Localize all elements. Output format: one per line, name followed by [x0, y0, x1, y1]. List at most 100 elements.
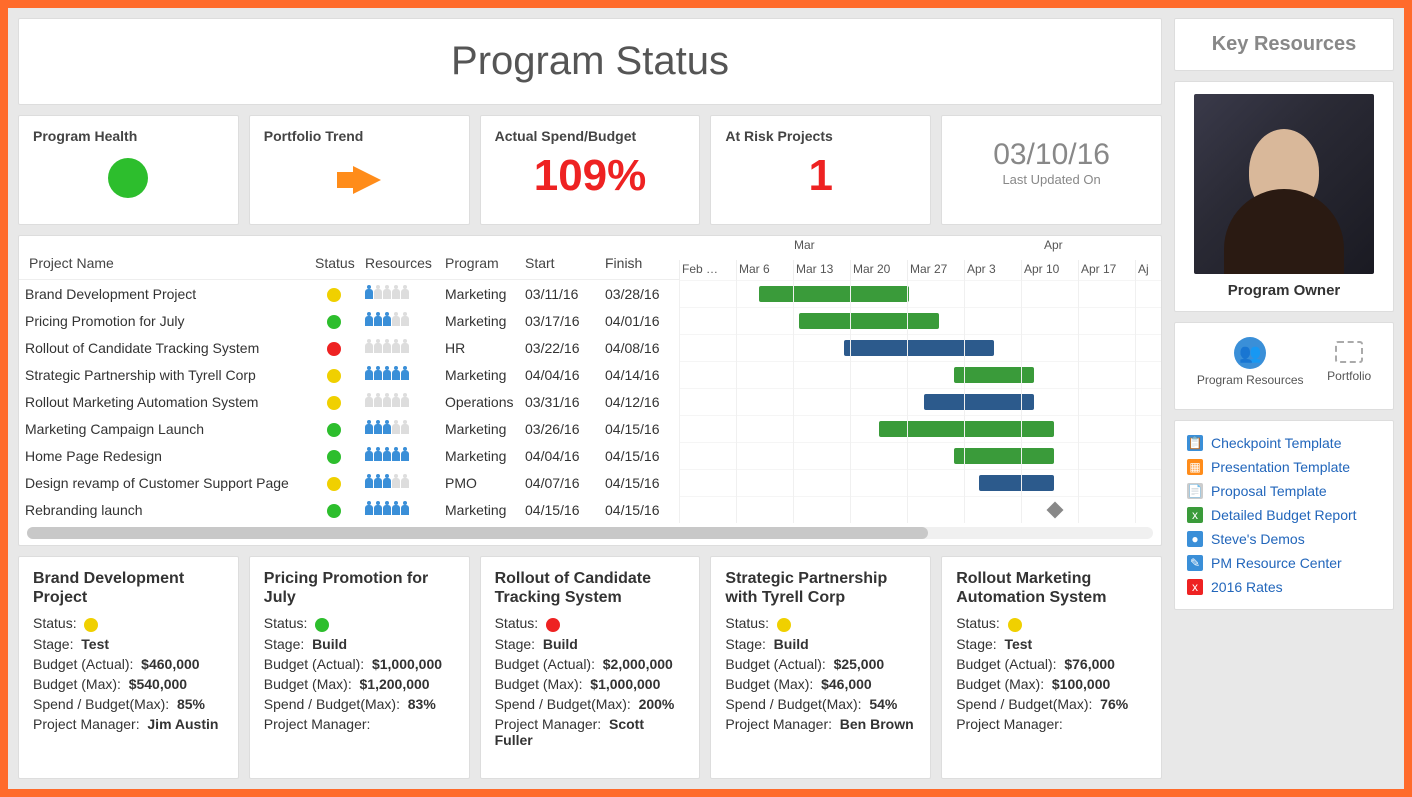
detail-ratio: Spend / Budget(Max): 85% — [33, 696, 224, 712]
person-icon — [374, 393, 382, 407]
detail-card[interactable]: Rollout Marketing Automation System Stat… — [941, 556, 1162, 779]
template-link[interactable]: ● Steve's Demos — [1187, 527, 1381, 551]
status-dot-icon — [777, 618, 791, 632]
gantt-row — [679, 415, 1161, 442]
gantt-bar[interactable] — [954, 367, 1034, 383]
cell-status — [309, 310, 359, 330]
th-finish[interactable]: Finish — [599, 251, 679, 275]
table-row[interactable]: Pricing Promotion for July Marketing 03/… — [19, 307, 679, 334]
gantt-bar[interactable] — [844, 340, 994, 356]
status-dot-icon — [315, 618, 329, 632]
cell-finish: 04/15/16 — [599, 419, 679, 439]
template-link[interactable]: 📄 Proposal Template — [1187, 479, 1381, 503]
updated-label: Last Updated On — [956, 172, 1147, 187]
kpi-risk[interactable]: At Risk Projects 1 — [710, 115, 931, 225]
th-resources[interactable]: Resources — [359, 251, 439, 275]
person-icon — [401, 420, 409, 434]
status-dot-icon — [327, 342, 341, 356]
template-link[interactable]: x Detailed Budget Report — [1187, 503, 1381, 527]
table-row[interactable]: Rebranding launch Marketing 04/15/16 04/… — [19, 496, 679, 523]
person-icon — [374, 474, 382, 488]
template-link[interactable]: x 2016 Rates — [1187, 575, 1381, 599]
gantt-bar[interactable] — [799, 313, 939, 329]
person-icon — [383, 312, 391, 326]
template-label: Proposal Template — [1211, 483, 1327, 499]
file-icon: 📄 — [1187, 483, 1203, 499]
detail-card[interactable]: Strategic Partnership with Tyrell Corp S… — [710, 556, 931, 779]
detail-actual: Budget (Actual): $25,000 — [725, 656, 916, 672]
template-link[interactable]: ▦ Presentation Template — [1187, 455, 1381, 479]
person-icon — [374, 447, 382, 461]
detail-status: Status: — [956, 615, 1147, 631]
cell-start: 03/17/16 — [519, 311, 599, 331]
person-icon — [365, 420, 373, 434]
kpi-spend[interactable]: Actual Spend/Budget 109% — [480, 115, 701, 225]
gantt-bar[interactable] — [879, 421, 1054, 437]
gantt-milestone-icon[interactable] — [1047, 502, 1064, 519]
cell-resources — [359, 337, 439, 358]
kpi-trend[interactable]: Portfolio Trend — [249, 115, 470, 225]
detail-title: Rollout of Candidate Tracking System — [495, 569, 686, 607]
gantt-body[interactable] — [679, 280, 1161, 523]
cell-name: Brand Development Project — [19, 284, 309, 304]
cell-resources — [359, 418, 439, 439]
th-status[interactable]: Status — [309, 251, 359, 275]
cell-name: Rebranding launch — [19, 500, 309, 520]
detail-card[interactable]: Brand Development Project Status: Stage:… — [18, 556, 239, 779]
table-row[interactable]: Design revamp of Customer Support Page P… — [19, 469, 679, 496]
th-name[interactable]: Project Name — [19, 251, 309, 275]
th-program[interactable]: Program — [439, 251, 519, 275]
person-icon — [401, 447, 409, 461]
detail-card[interactable]: Pricing Promotion for July Status: Stage… — [249, 556, 470, 779]
table-row[interactable]: Rollout Marketing Automation System Oper… — [19, 388, 679, 415]
gantt-row — [679, 469, 1161, 496]
table-row[interactable]: Strategic Partnership with Tyrell Corp M… — [19, 361, 679, 388]
person-icon — [401, 474, 409, 488]
table-row[interactable]: Home Page Redesign Marketing 04/04/16 04… — [19, 442, 679, 469]
person-icon — [374, 501, 382, 515]
cell-resources — [359, 499, 439, 520]
person-icon — [392, 339, 400, 353]
table-row[interactable]: Brand Development Project Marketing 03/1… — [19, 280, 679, 307]
cell-name: Design revamp of Customer Support Page — [19, 473, 309, 493]
cell-name: Pricing Promotion for July — [19, 311, 309, 331]
gantt-bar[interactable] — [759, 286, 909, 302]
table-row[interactable]: Marketing Campaign Launch Marketing 03/2… — [19, 415, 679, 442]
person-icon — [401, 285, 409, 299]
person-icon — [392, 501, 400, 515]
cell-resources — [359, 364, 439, 385]
th-start[interactable]: Start — [519, 251, 599, 275]
key-resources-header: Key Resources — [1174, 18, 1394, 71]
gantt-month-label: Mar — [794, 238, 815, 252]
kpi-trend-label: Portfolio Trend — [264, 128, 455, 144]
cell-program: Marketing — [439, 446, 519, 466]
program-owner-card[interactable]: Program Owner — [1174, 81, 1394, 312]
table-row[interactable]: Rollout of Candidate Tracking System HR … — [19, 334, 679, 361]
template-label: 2016 Rates — [1211, 579, 1283, 595]
link-portfolio[interactable]: Portfolio — [1327, 337, 1371, 387]
cell-program: Marketing — [439, 500, 519, 520]
kpi-risk-label: At Risk Projects — [725, 128, 916, 144]
link-program-resources[interactable]: 👥 Program Resources — [1197, 337, 1304, 387]
trend-arrow-icon — [353, 166, 381, 194]
cell-status — [309, 418, 359, 438]
kpi-health[interactable]: Program Health — [18, 115, 239, 225]
person-icon — [401, 501, 409, 515]
kpi-spend-value: 109% — [495, 152, 686, 200]
gantt-bar[interactable] — [924, 394, 1034, 410]
gantt-bar[interactable] — [979, 475, 1054, 491]
detail-card[interactable]: Rollout of Candidate Tracking System Sta… — [480, 556, 701, 779]
person-icon — [365, 393, 373, 407]
person-icon — [401, 312, 409, 326]
gantt-bar[interactable] — [954, 448, 1054, 464]
horizontal-scrollbar[interactable] — [27, 527, 1153, 539]
template-label: Presentation Template — [1211, 459, 1350, 475]
template-link[interactable]: 📋 Checkpoint Template — [1187, 431, 1381, 455]
template-label: Detailed Budget Report — [1211, 507, 1357, 523]
person-icon — [365, 366, 373, 380]
template-link[interactable]: ✎ PM Resource Center — [1187, 551, 1381, 575]
detail-max: Budget (Max): $100,000 — [956, 676, 1147, 692]
person-icon — [392, 312, 400, 326]
person-icon — [401, 366, 409, 380]
cell-status — [309, 364, 359, 384]
